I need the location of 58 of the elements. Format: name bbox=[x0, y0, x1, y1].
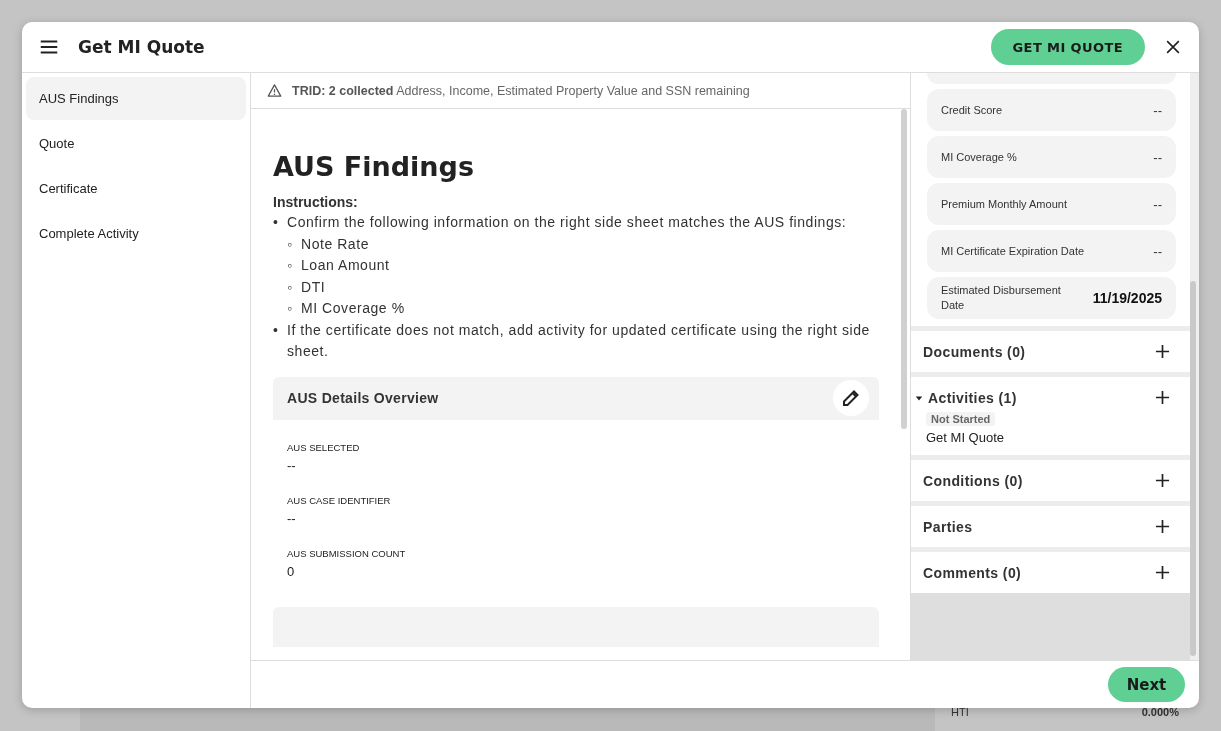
dialog-title: Get MI Quote bbox=[78, 37, 205, 57]
bullet-marker: • bbox=[273, 213, 280, 232]
instruction-item: MI Coverage % bbox=[301, 299, 405, 318]
nav-item[interactable]: AUS Findings bbox=[26, 77, 246, 120]
summary-value: 0.000% bbox=[1141, 706, 1179, 718]
caret-icon[interactable] bbox=[915, 393, 923, 402]
activity-link[interactable]: Get MI Quote bbox=[926, 430, 1005, 445]
scrollbar-thumb[interactable] bbox=[1190, 281, 1196, 656]
section-title[interactable]: Conditions (0) bbox=[923, 472, 1023, 489]
bullet-marker: ◦ bbox=[287, 299, 294, 318]
field-value: -- bbox=[287, 510, 297, 526]
bullet-marker: ◦ bbox=[287, 234, 294, 254]
section-title[interactable]: Comments (0) bbox=[923, 564, 1022, 581]
detail-label: Premium Monthly Amount bbox=[941, 196, 1068, 212]
add-icon[interactable] bbox=[1155, 473, 1170, 488]
bullet-marker: • bbox=[273, 320, 280, 340]
card-title: AUS Details Overview bbox=[287, 390, 439, 406]
nav-item[interactable]: Quote bbox=[26, 122, 246, 165]
nav-item[interactable]: Complete Activity bbox=[26, 212, 246, 255]
section-title[interactable]: Parties bbox=[923, 518, 973, 535]
section-title[interactable]: Activities (1) bbox=[928, 389, 1017, 406]
warning-icon bbox=[267, 83, 282, 98]
instructions-label: Instructions: bbox=[273, 194, 359, 210]
detail-value: 11/19/2025 bbox=[1092, 290, 1162, 306]
edit-icon[interactable] bbox=[833, 380, 869, 416]
add-icon[interactable] bbox=[1155, 390, 1170, 405]
field-value: 0 bbox=[287, 563, 296, 579]
instruction-item: Note Rate bbox=[301, 234, 369, 254]
detail-value: -- bbox=[1153, 149, 1162, 165]
detail-label: Estimated Disbursement Date bbox=[941, 283, 1062, 313]
page-heading: AUS Findings bbox=[273, 151, 475, 182]
instruction-item: DTI bbox=[301, 277, 326, 297]
scrollbar-thumb[interactable] bbox=[901, 109, 907, 429]
instruction-text: If the certificate does not match, add activity for updated certificate using the right side sheet. bbox=[287, 320, 871, 361]
detail-label: MI Coverage % bbox=[941, 149, 1018, 165]
status-badge: Not Started bbox=[926, 412, 996, 426]
detail-value: -- bbox=[1153, 196, 1162, 212]
detail-value: -- bbox=[1153, 243, 1162, 259]
bullet-marker: ◦ bbox=[287, 277, 294, 297]
field-label: AUS SUBMISSION COUNT bbox=[287, 547, 407, 559]
field-label: AUS CASE IDENTIFIER bbox=[287, 494, 392, 506]
section-title[interactable]: Documents (0) bbox=[923, 343, 1026, 360]
field-value: -- bbox=[287, 457, 297, 473]
detail-label: MI Certificate Expiration Date bbox=[941, 243, 1086, 259]
get-quote-button[interactable]: GET MI QUOTE bbox=[990, 29, 1145, 65]
notice-text: TRID: 2 collected Address, Income, Estimated Property Value and SSN remaining bbox=[292, 83, 750, 98]
add-icon[interactable] bbox=[1155, 565, 1170, 580]
next-button[interactable]: Next bbox=[1108, 667, 1185, 702]
detail-label: Credit Score bbox=[941, 102, 1004, 118]
instruction-item: Loan Amount bbox=[301, 256, 390, 275]
instruction-text: Confirm the following information on the right side sheet matches the AUS findings: bbox=[287, 213, 847, 232]
add-icon[interactable] bbox=[1155, 344, 1170, 359]
nav-item[interactable]: Certificate bbox=[26, 167, 246, 210]
summary-label: HTI bbox=[951, 706, 969, 718]
detail-value: -- bbox=[1153, 102, 1162, 118]
add-icon[interactable] bbox=[1155, 519, 1170, 534]
bullet-marker: ◦ bbox=[287, 256, 294, 275]
field-label: AUS SELECTED bbox=[287, 441, 361, 453]
